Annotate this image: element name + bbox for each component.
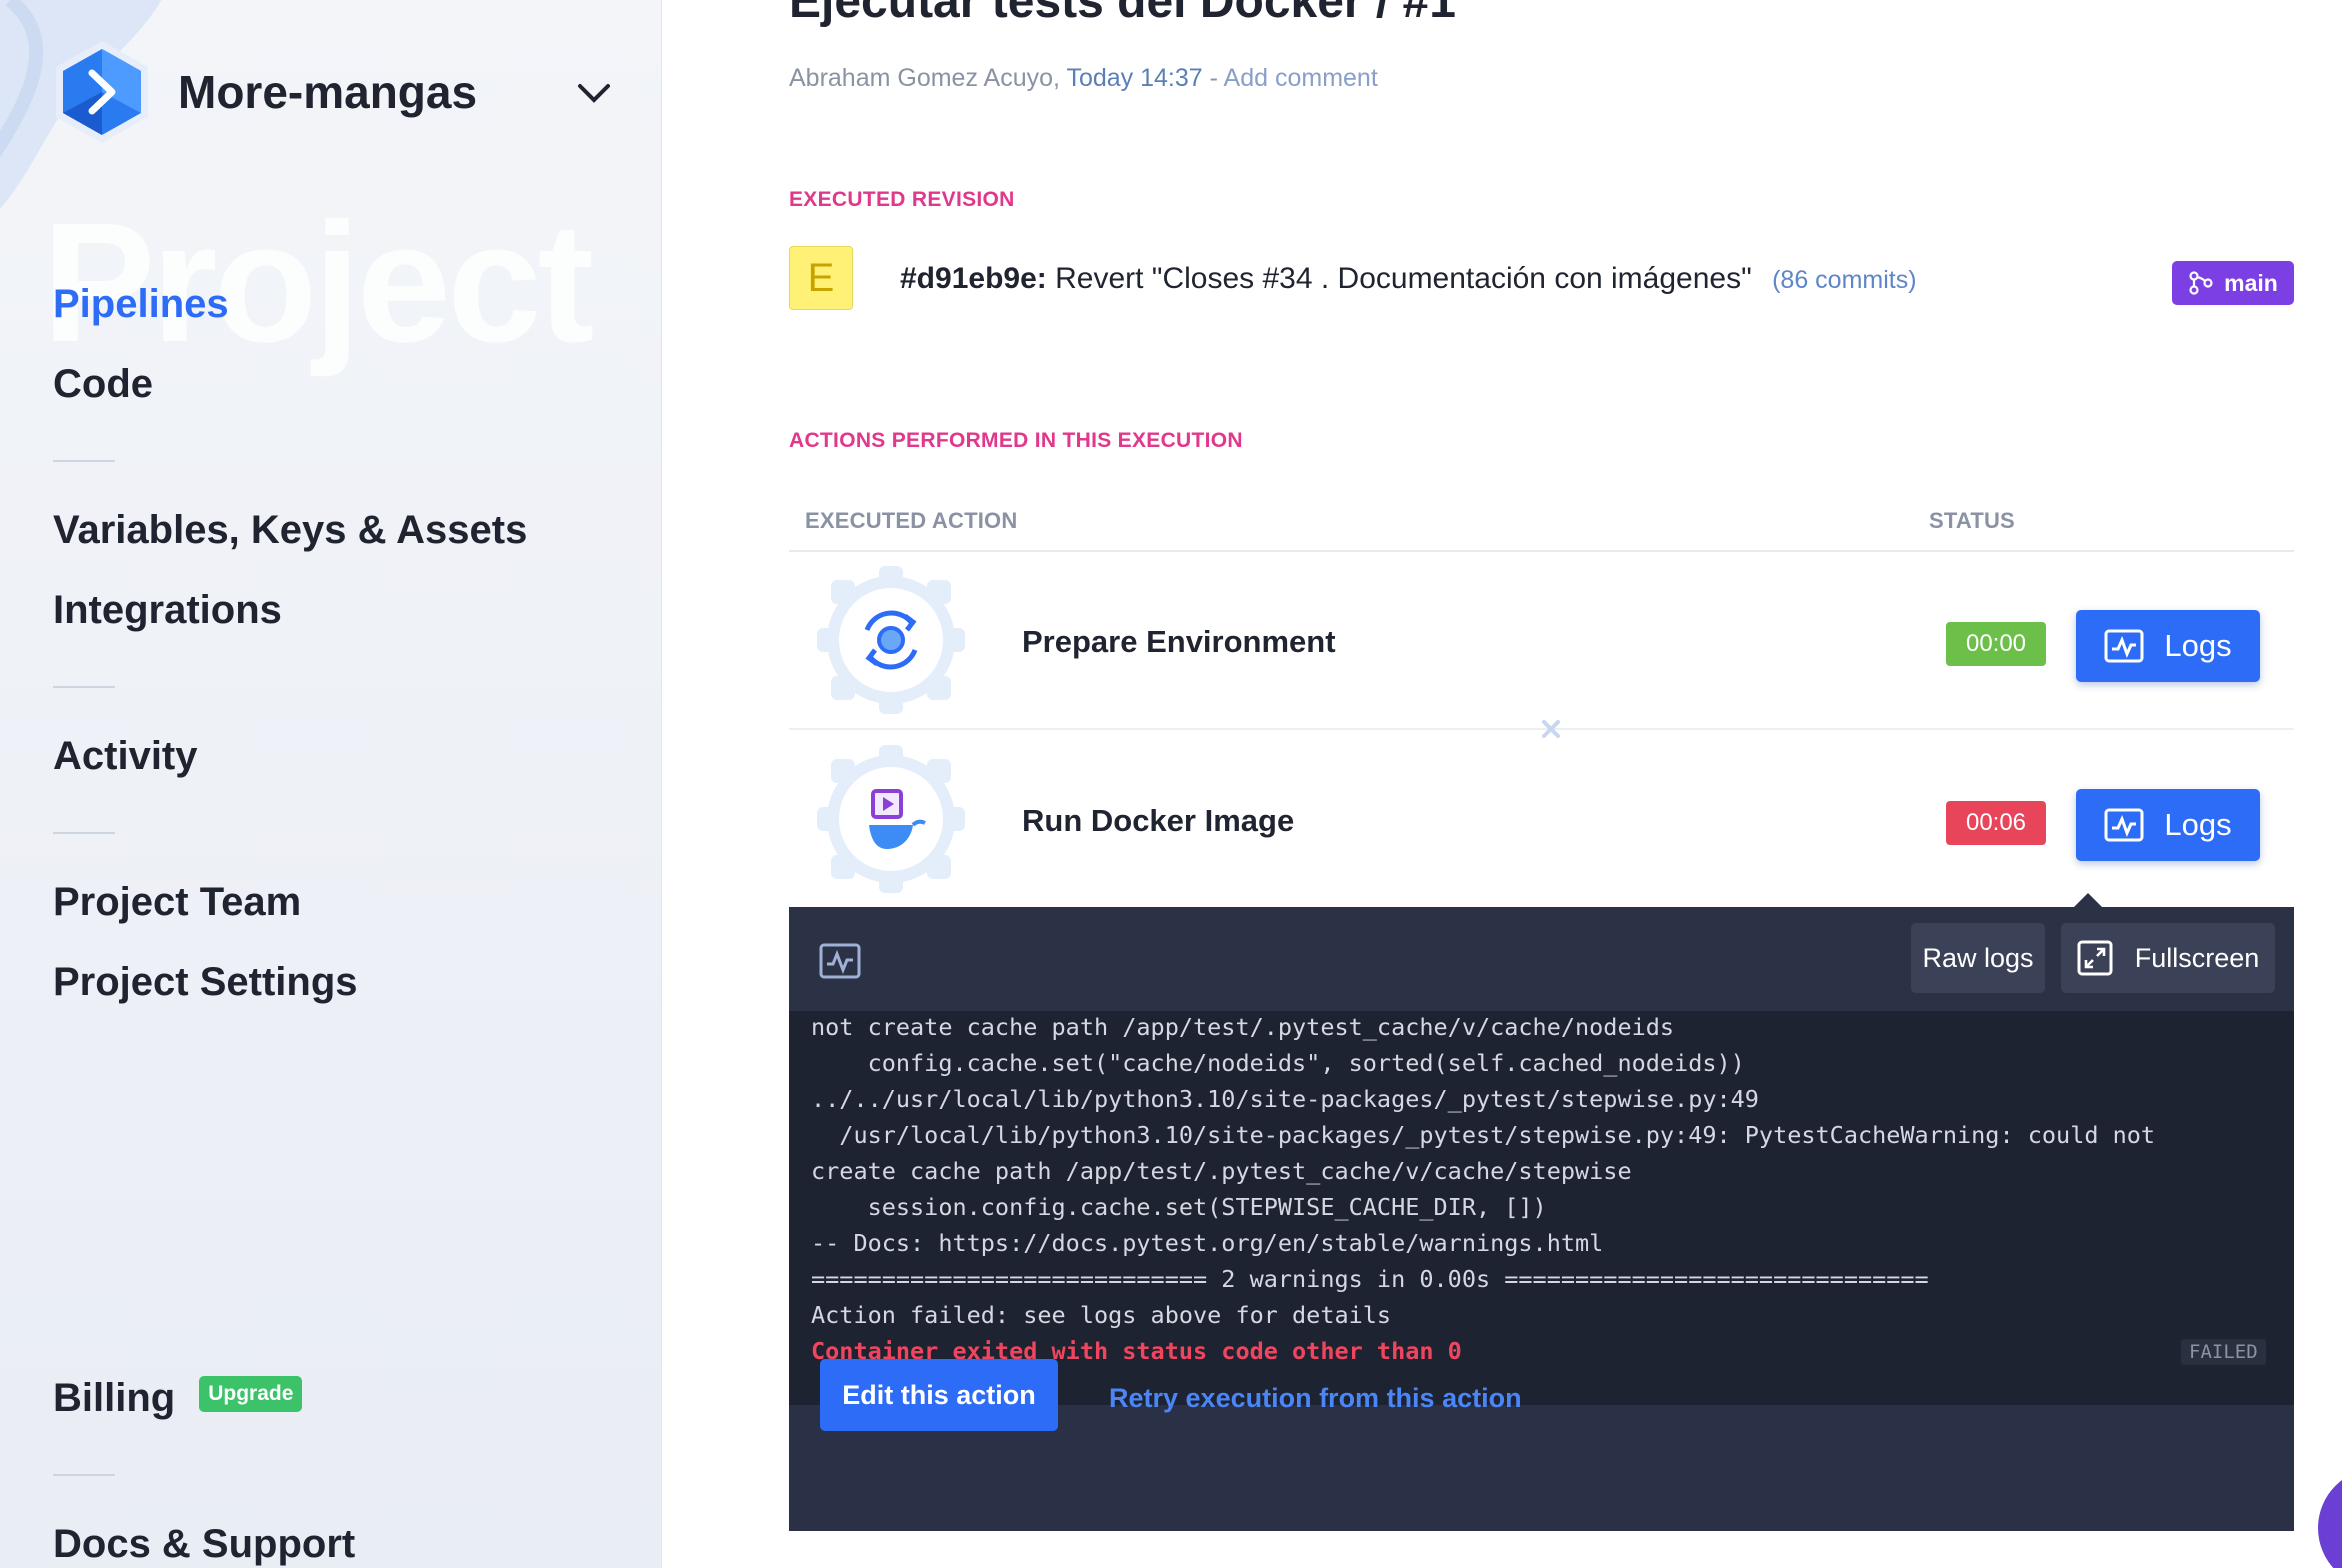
log-line: create cache path /app/test/.pytest_cach…: [811, 1157, 1632, 1185]
column-status: STATUS: [1929, 508, 2015, 533]
fullscreen-icon: [2077, 940, 2113, 976]
sidebar-item-variables[interactable]: Variables, Keys & Assets: [53, 508, 527, 553]
logs-label: Logs: [2164, 628, 2232, 663]
prepare-environment-icon: [817, 566, 965, 714]
retry-execution-link[interactable]: Retry execution from this action: [1109, 1383, 1522, 1414]
duration-badge: 00:06: [1946, 801, 2046, 845]
commits-link[interactable]: (86 commits): [1772, 266, 1916, 294]
sidebar-divider: [53, 1474, 115, 1476]
table-row[interactable]: Run Docker Image 00:06 Logs: [789, 731, 2294, 909]
branch-badge[interactable]: main: [2172, 261, 2294, 305]
action-name[interactable]: Run Docker Image: [1022, 803, 1294, 839]
duration-badge: 00:00: [1946, 622, 2046, 666]
sidebar-divider: [53, 460, 115, 462]
log-line: Action failed: see logs above for detail…: [811, 1301, 1392, 1329]
log-line: /usr/local/lib/python3.10/site-packages/…: [811, 1121, 2156, 1149]
project-name: More-mangas: [178, 66, 478, 118]
activity-chart-icon: [819, 943, 861, 979]
log-line: not create cache path /app/test/.pytest_…: [811, 1013, 1675, 1041]
sidebar-item-pipelines[interactable]: Pipelines: [53, 282, 229, 327]
chevron-down-icon[interactable]: [576, 74, 612, 110]
logs-button[interactable]: Logs: [2076, 610, 2260, 682]
failed-tag: FAILED: [2181, 1339, 2266, 1365]
logs-label: Logs: [2164, 807, 2232, 842]
log-line: session.config.cache.set(STEPWISE_CACHE_…: [811, 1193, 1547, 1221]
sidebar-divider: [53, 686, 115, 688]
meta-separator: -: [1202, 64, 1224, 92]
branch-name: main: [2224, 269, 2278, 296]
action-name[interactable]: Prepare Environment: [1022, 624, 1336, 660]
add-comment-link[interactable]: Add comment: [1224, 64, 1378, 92]
execution-meta: Abraham Gomez Acuyo, Today 14:37 - Add c…: [789, 64, 1378, 93]
sidebar-item-label: Billing: [53, 1376, 176, 1420]
sidebar-item-integrations[interactable]: Integrations: [53, 588, 282, 633]
sidebar-item-activity[interactable]: Activity: [53, 734, 198, 779]
sidebar: Project More-mangas Pipelines Code Varia…: [0, 0, 662, 1568]
log-line: ../../usr/local/lib/python3.10/site-pack…: [811, 1085, 1759, 1113]
fullscreen-button[interactable]: Fullscreen: [2061, 923, 2275, 993]
log-line: ============================ 2 warnings …: [811, 1265, 1929, 1293]
edit-action-button[interactable]: Edit this action: [820, 1359, 1058, 1431]
revision-avatar: E: [789, 246, 853, 310]
fullscreen-label: Fullscreen: [2134, 942, 2260, 973]
executed-revision-label: EXECUTED REVISION: [789, 188, 1015, 211]
revision-hash[interactable]: #d91eb9e:: [900, 262, 1047, 295]
log-output[interactable]: not create cache path /app/test/.pytest_…: [789, 1011, 2294, 1405]
table-row[interactable]: Prepare Environment 00:00 Logs: [789, 552, 2294, 730]
revision-summary: #d91eb9e: Revert "Closes #34 . Documenta…: [900, 262, 1917, 296]
column-executed-action: EXECUTED ACTION: [805, 508, 1018, 533]
log-footer: Edit this action Retry execution from th…: [789, 1359, 2294, 1531]
log-line: -- Docs: https://docs.pytest.org/en/stab…: [811, 1229, 1604, 1257]
sidebar-item-code[interactable]: Code: [53, 362, 153, 407]
log-toolbar: Raw logs Fullscreen: [789, 907, 2294, 1011]
project-switcher[interactable]: More-mangas: [52, 41, 612, 143]
page-title: Ejecutar tests del Docker / #1: [789, 0, 1456, 28]
sidebar-item-project-team[interactable]: Project Team: [53, 880, 301, 925]
logs-button[interactable]: Logs: [2076, 789, 2260, 861]
sidebar-item-billing[interactable]: Billing Upgrade: [53, 1376, 303, 1421]
activity-chart-icon: [2104, 808, 2144, 842]
actions-table-header: EXECUTED ACTION STATUS: [789, 498, 2294, 552]
sidebar-item-docs-support[interactable]: Docs & Support: [53, 1522, 355, 1567]
raw-logs-button[interactable]: Raw logs: [1911, 923, 2045, 993]
sidebar-item-project-settings[interactable]: Project Settings: [53, 960, 358, 1005]
log-line: config.cache.set("cache/nodeids", sorted…: [811, 1049, 1745, 1077]
main-content: Ejecutar tests del Docker / #1 Abraham G…: [662, 0, 2342, 1568]
activity-chart-icon: [2104, 629, 2144, 663]
author: Abraham Gomez Acuyo,: [789, 64, 1060, 92]
sidebar-divider: [53, 832, 115, 834]
buddy-logo-icon: [56, 41, 148, 143]
upgrade-badge[interactable]: Upgrade: [199, 1376, 303, 1413]
branch-icon: [2189, 271, 2213, 295]
actions-section-label: ACTIONS PERFORMED IN THIS EXECUTION: [789, 429, 1243, 452]
log-panel: Raw logs Fullscreen not create cache pat…: [789, 907, 2294, 1531]
docker-run-icon: [817, 745, 965, 893]
execution-time: Today 14:37: [1066, 64, 1203, 92]
revision-message: Revert "Closes #34 . Documentación con i…: [1055, 262, 1752, 295]
